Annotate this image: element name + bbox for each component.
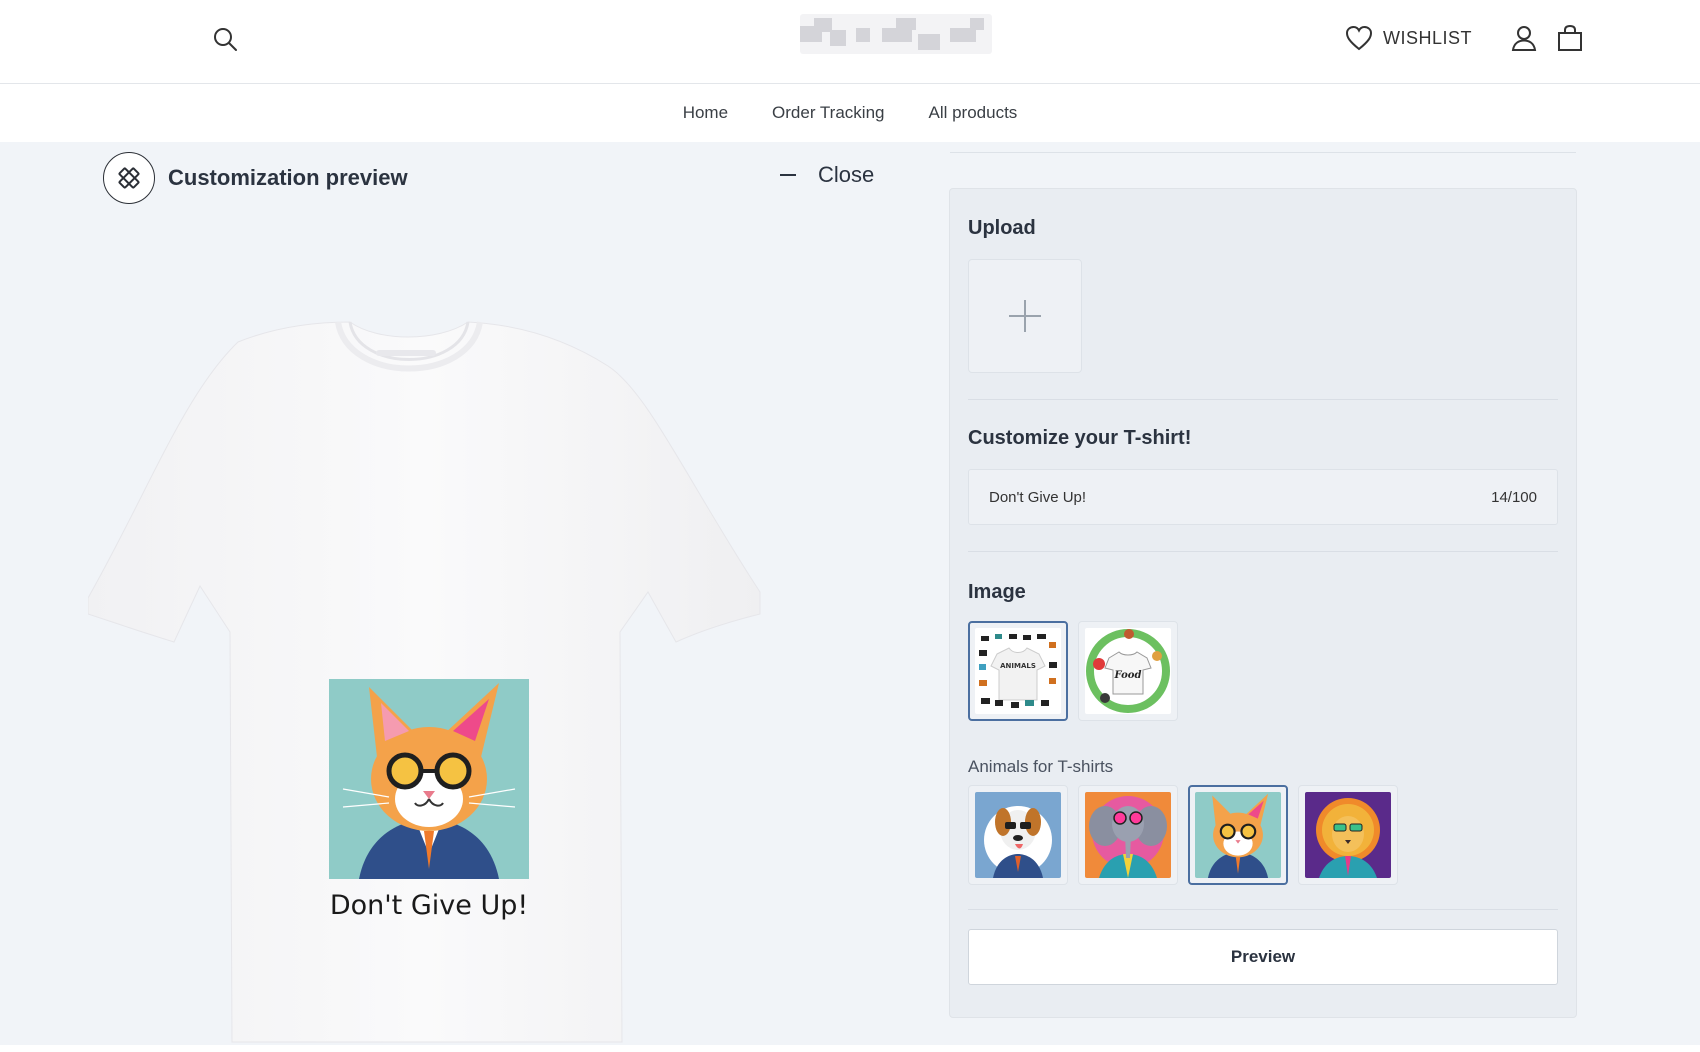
bag-icon: [1558, 24, 1582, 51]
search-icon: [214, 28, 237, 51]
header-actions: WISHLIST: [1345, 22, 1586, 54]
design-thumb-elephant[interactable]: [1078, 785, 1178, 885]
cart-button[interactable]: [1554, 22, 1586, 54]
customize-icon-badge: [103, 152, 155, 204]
close-preview-button[interactable]: Close: [780, 162, 874, 188]
char-counter: 14/100: [1491, 488, 1537, 506]
customize-icon: [118, 167, 140, 189]
preview-header: Customization preview: [103, 152, 408, 204]
food-category-image: Food: [1085, 628, 1171, 714]
design-group-label: Animals for T-shirts: [968, 757, 1114, 776]
category-thumb-animals[interactable]: ANIMALS: [968, 621, 1068, 721]
divider: [968, 551, 1558, 552]
design-thumb-lion[interactable]: [1298, 785, 1398, 885]
account-button[interactable]: [1508, 22, 1540, 54]
food-thumb-text: Food: [1114, 670, 1142, 681]
cat-design-image: [1195, 792, 1281, 878]
customize-title: Customize your T-shirt!: [968, 427, 1192, 449]
custom-text-input[interactable]: Don't Give Up! 14/100: [968, 469, 1558, 525]
custom-text-value: Don't Give Up!: [989, 488, 1087, 506]
upload-button[interactable]: [968, 259, 1082, 373]
dog-design-image: [975, 792, 1061, 878]
tshirt-preview: Don't Give Up!: [88, 312, 768, 1052]
plus-icon: [1009, 300, 1041, 332]
wishlist-link[interactable]: WISHLIST: [1345, 25, 1472, 51]
customization-area: Customization preview Close Don't Give U…: [0, 142, 1700, 1045]
preview-button[interactable]: Preview: [968, 929, 1558, 985]
minus-icon: [780, 174, 796, 176]
printed-cat-art: [329, 679, 529, 879]
wishlist-label: WISHLIST: [1382, 27, 1472, 48]
category-thumb-food[interactable]: Food: [1078, 621, 1178, 721]
close-label: Close: [818, 162, 875, 187]
design-thumb-cat[interactable]: [1188, 785, 1288, 885]
animals-category-image: ANIMALS: [975, 628, 1061, 714]
site-header: WISHLIST: [0, 0, 1700, 84]
search-button[interactable]: [210, 24, 240, 54]
main-nav: Home Order Tracking All products: [0, 84, 1700, 142]
heart-icon: [1345, 25, 1372, 51]
customization-panel: Upload Customize your T-shirt! Don't Giv…: [949, 188, 1577, 1018]
design-thumb-dog[interactable]: [968, 785, 1068, 885]
printed-text: Don't Give Up!: [329, 890, 529, 921]
panel-top-divider: [950, 152, 1576, 153]
upload-title: Upload: [968, 217, 1036, 239]
animals-thumb-text: ANIMALS: [1000, 662, 1036, 670]
site-logo[interactable]: [800, 14, 992, 54]
preview-title: Customization preview: [168, 165, 408, 190]
divider: [968, 909, 1558, 910]
nav-item-order-tracking[interactable]: Order Tracking: [772, 103, 884, 123]
lion-design-image: [1305, 792, 1391, 878]
nav-item-all-products[interactable]: All products: [928, 103, 1017, 123]
image-title: Image: [968, 581, 1026, 603]
nav-item-home[interactable]: Home: [683, 103, 728, 123]
user-icon: [1511, 26, 1537, 51]
divider: [968, 399, 1558, 400]
elephant-design-image: [1085, 792, 1171, 878]
